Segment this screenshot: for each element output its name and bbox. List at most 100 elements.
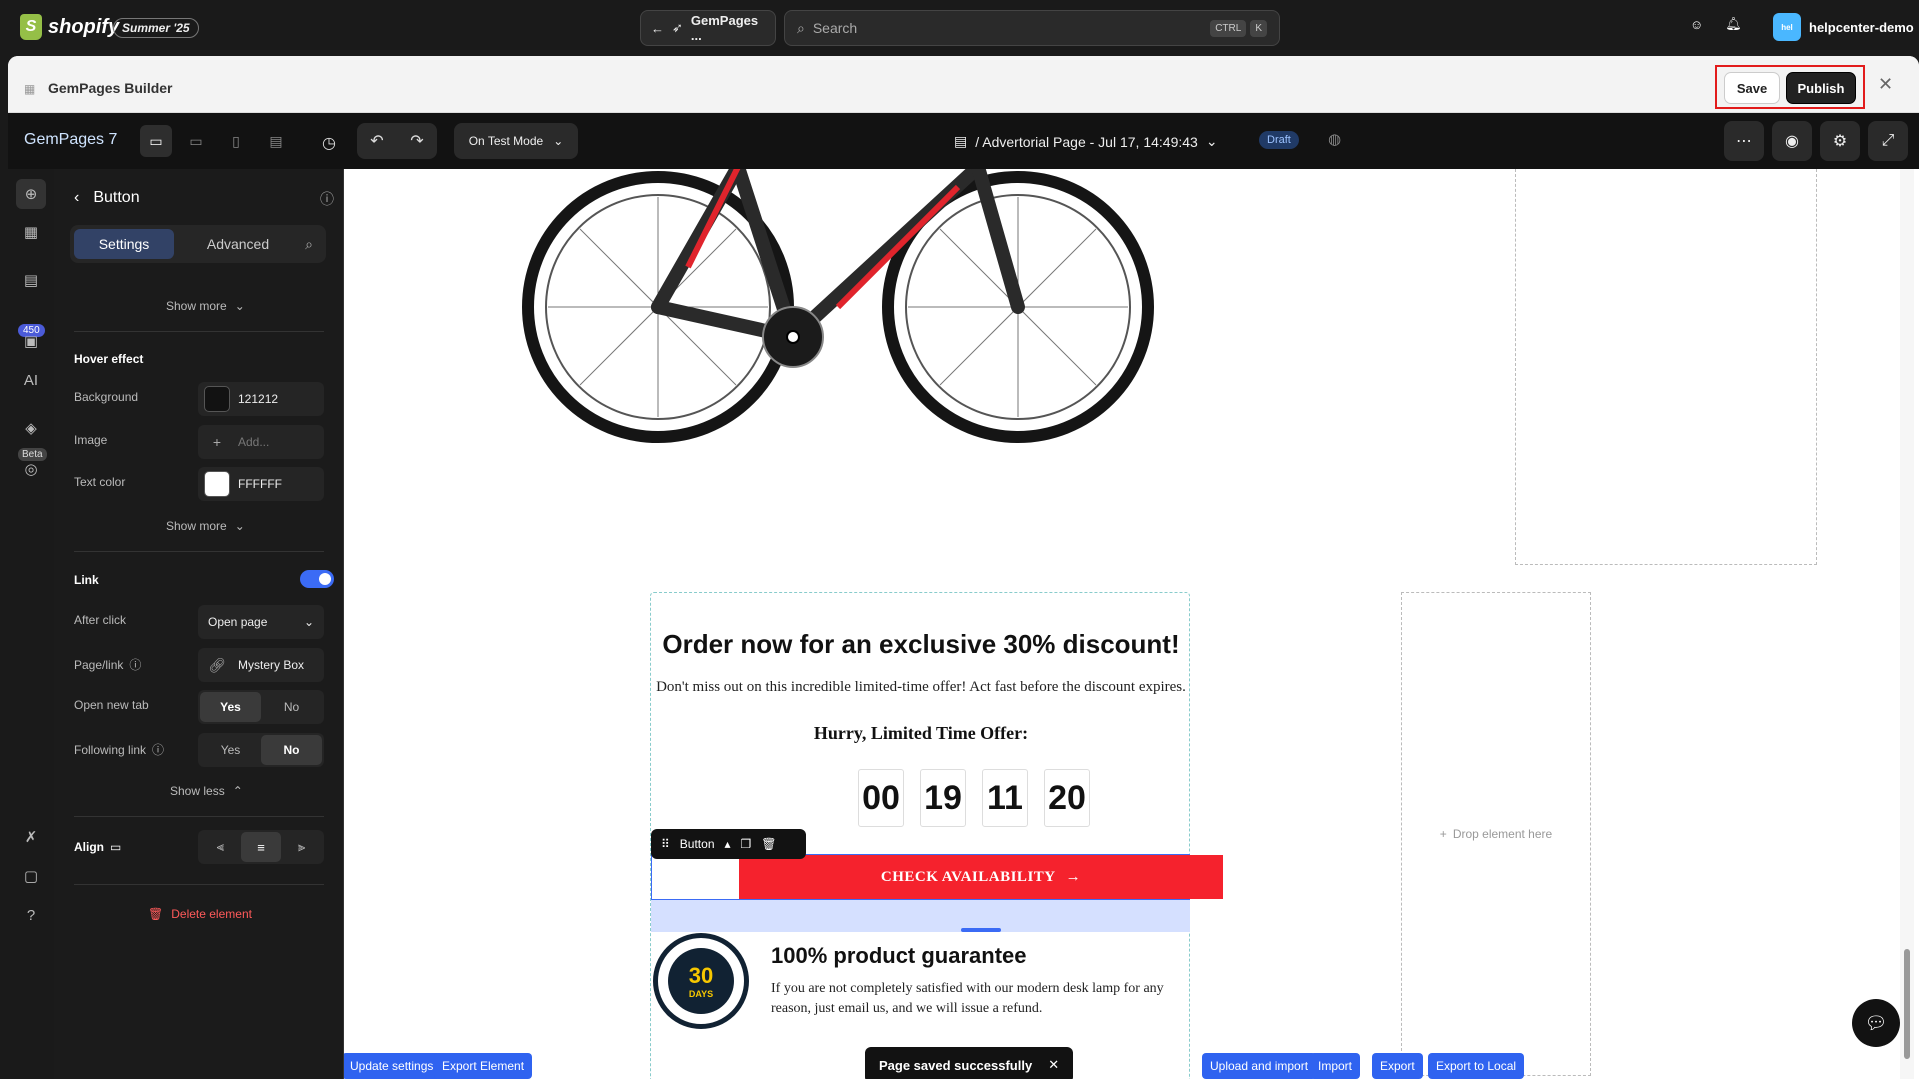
show-less-button[interactable]: Show less ⌃: [170, 784, 243, 798]
tab-settings[interactable]: Settings: [74, 229, 174, 259]
sidekick-icon[interactable]: ☺: [1690, 17, 1703, 32]
globe-icon[interactable]: ◍: [1328, 130, 1341, 148]
add-element-icon[interactable]: ⊕: [16, 179, 46, 209]
status-badge: Draft: [1259, 131, 1299, 149]
pages-icon[interactable]: ▤: [16, 265, 46, 295]
clipboard-icon[interactable]: ▢: [16, 861, 46, 891]
hurry-heading[interactable]: Hurry, Limited Time Offer:: [651, 723, 1191, 744]
chevron-down-icon: ⌄: [234, 519, 245, 533]
export-button[interactable]: Export: [1372, 1053, 1423, 1079]
scrollbar[interactable]: [1900, 169, 1914, 1079]
image-field[interactable]: + Add...: [198, 425, 324, 459]
trash-icon[interactable]: 🗑︎: [761, 837, 776, 851]
more-icon[interactable]: ⋯: [1724, 121, 1764, 161]
search-icon[interactable]: ⌕: [296, 229, 322, 259]
align-left-icon[interactable]: ⫷: [200, 832, 241, 862]
text-color-field[interactable]: FFFFFF: [198, 467, 324, 501]
integrations-icon[interactable]: ✗: [16, 822, 46, 852]
import-button[interactable]: Import: [1310, 1053, 1361, 1079]
guarantee-title[interactable]: 100% product guarantee: [771, 943, 1027, 969]
plus-icon[interactable]: +: [204, 429, 230, 455]
caret-up-icon[interactable]: ▴: [725, 837, 731, 851]
delete-element-button[interactable]: 🗑︎ Delete element: [148, 907, 252, 921]
close-icon[interactable]: ✕: [1878, 74, 1893, 95]
panel-title: Button: [93, 189, 140, 206]
align-right-icon[interactable]: ⫸: [281, 832, 322, 862]
countdown-timer[interactable]: 00 19 11 20: [858, 769, 1090, 827]
search-bar[interactable]: ⌕ Search CTRL K: [784, 10, 1280, 46]
save-button[interactable]: Save: [1724, 72, 1780, 104]
builder-toolbar: GemPages 7 ▭ ▭ ▯ ▤ ◷ ↶ ↷ On Test Mode ⌄ …: [8, 113, 1919, 169]
following-link-label: Following link ⓘ: [74, 742, 165, 758]
link-icon: 🔗︎: [208, 656, 226, 673]
money-back-badge[interactable]: 30 DAYS: [653, 933, 749, 1029]
user-menu[interactable]: hel helpcenter-demo: [1773, 13, 1914, 41]
color-swatch[interactable]: [204, 386, 230, 412]
export-local-button[interactable]: Export to Local: [1428, 1053, 1525, 1079]
bicycle-image[interactable]: [508, 169, 1158, 447]
guarantee-text[interactable]: If you are not completely satisfied with…: [771, 979, 1181, 1019]
fullscreen-icon[interactable]: ⤢: [1868, 121, 1908, 161]
close-icon[interactable]: ✕: [1048, 1057, 1059, 1073]
check-availability-button[interactable]: CHECK AVAILABILITY →: [739, 855, 1223, 899]
link-toggle[interactable]: [300, 570, 334, 588]
publish-button[interactable]: Publish: [1786, 72, 1856, 104]
history-icon[interactable]: ◷: [322, 133, 336, 153]
topbar-icons: ☺ 🔔︎: [1690, 16, 1742, 32]
timer-seconds: 20: [1044, 769, 1090, 827]
divider: [74, 884, 324, 885]
timer-minutes: 11: [982, 769, 1028, 827]
align-center-icon[interactable]: ≡: [240, 832, 282, 862]
ai-icon[interactable]: AI: [16, 365, 46, 395]
laptop-icon[interactable]: ▭: [180, 125, 212, 157]
show-more-button[interactable]: Show more ⌄: [166, 519, 245, 533]
layers-icon[interactable]: ◈: [16, 413, 46, 443]
offer-headline[interactable]: Order now for an exclusive 30% discount!: [651, 629, 1191, 660]
upload-import-button[interactable]: Upload and import: [1202, 1053, 1317, 1079]
page-selector[interactable]: ▤ / Advertorial Page - Jul 17, 14:49:43 …: [954, 133, 1218, 150]
app-pill[interactable]: ← ➶ GemPages ...: [640, 10, 776, 46]
preview-eye-icon[interactable]: ◉: [1772, 121, 1812, 161]
help-icon[interactable]: ⓘ: [320, 189, 334, 209]
export-element-button[interactable]: Export Element: [434, 1053, 533, 1079]
undo-icon[interactable]: ↶: [370, 131, 383, 151]
offer-section[interactable]: Order now for an exclusive 30% discount!…: [650, 592, 1223, 1079]
tab-advanced[interactable]: Advanced: [188, 229, 288, 259]
duplicate-icon[interactable]: ❐: [741, 837, 752, 851]
drop-zone[interactable]: + Drop element here: [1401, 592, 1591, 1076]
builder-app-name[interactable]: GemPages 7: [24, 131, 117, 149]
theme-icon[interactable]: ◎: [16, 454, 46, 484]
after-click-select[interactable]: Open page ⌄: [198, 605, 324, 639]
chat-icon[interactable]: 💬︎: [1852, 999, 1900, 1047]
layout-icon[interactable]: ▤: [260, 125, 292, 157]
color-swatch[interactable]: [204, 471, 230, 497]
redo-icon[interactable]: ↷: [410, 131, 423, 151]
after-click-label: After click: [74, 613, 127, 627]
yes-option[interactable]: Yes: [200, 692, 261, 722]
shopify-logo[interactable]: S shopify: [20, 14, 119, 40]
sections-icon[interactable]: ▦: [16, 217, 46, 247]
no-option[interactable]: No: [261, 692, 322, 722]
drag-handle-icon[interactable]: ⠿: [661, 837, 670, 851]
page-link-field[interactable]: 🔗︎ Mystery Box: [198, 648, 324, 682]
gear-icon[interactable]: ⚙: [1820, 121, 1860, 161]
undo-redo: ↶ ↷: [357, 123, 437, 159]
show-more-button[interactable]: Show more ⌄: [166, 299, 245, 313]
help-icon[interactable]: ?: [16, 900, 46, 930]
back-chevron-icon[interactable]: ‹: [74, 189, 79, 207]
mobile-icon[interactable]: ▯: [220, 125, 252, 157]
no-option[interactable]: No: [261, 735, 322, 765]
background-color-field[interactable]: 121212: [198, 382, 324, 416]
update-settings-button[interactable]: Update settings: [344, 1053, 442, 1079]
edition-badge[interactable]: Summer '25: [113, 18, 199, 38]
offer-subtext[interactable]: Don't miss out on this incredible limite…: [651, 679, 1191, 696]
element-tag-label[interactable]: Button: [680, 837, 715, 851]
chevron-up-icon: ⌃: [232, 784, 243, 798]
yes-option[interactable]: Yes: [200, 735, 261, 765]
empty-column-top[interactable]: [1515, 169, 1817, 565]
templates-icon[interactable]: ▣: [16, 326, 46, 356]
mode-select[interactable]: On Test Mode ⌄: [454, 123, 578, 159]
desktop-icon[interactable]: ▭: [140, 125, 172, 157]
bell-icon[interactable]: 🔔︎: [1725, 16, 1742, 32]
back-arrow-icon: ←: [651, 20, 664, 36]
